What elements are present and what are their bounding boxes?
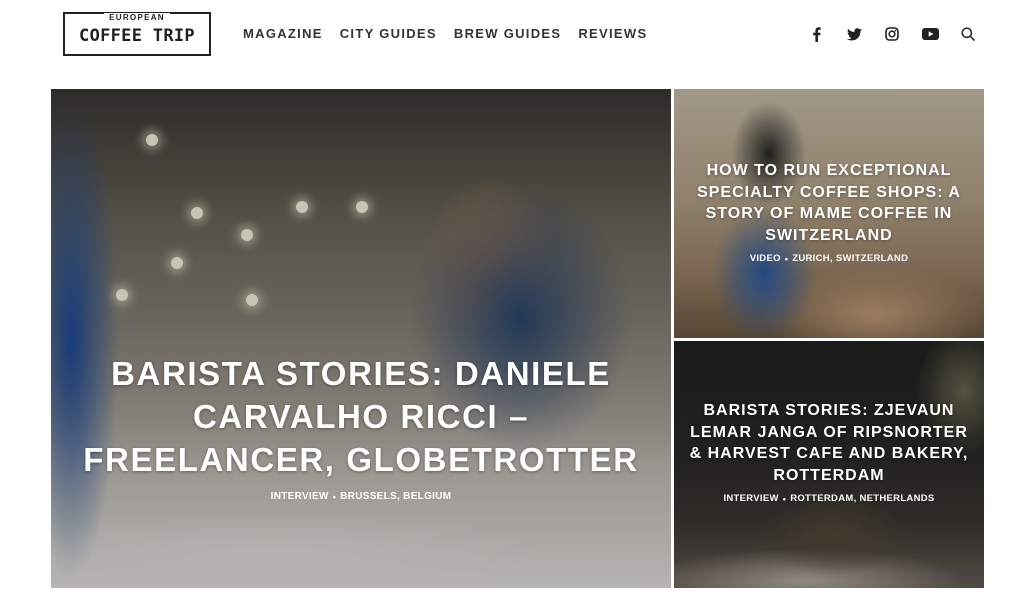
article-meta: INTERVIEW • ROTTERDAM, NETHERLANDS [674,493,984,504]
site-header: EUROPEAN COFFEE TRIP MAGAZINE CITY GUIDE… [0,0,1024,72]
nav-item-reviews[interactable]: REVIEWS [578,26,647,41]
featured-caption: BARISTA STORIES: DANIELE CARVALHO RICCI … [51,352,671,502]
logo-top-line: EUROPEAN [65,7,209,25]
featured-article-side-top[interactable]: HOW TO RUN EXCEPTIONAL SPECIALTY COFFEE … [674,89,984,338]
featured-article-side-bottom[interactable]: BARISTA STORIES: ZJEVAUN LEMAR JANGA OF … [674,341,984,588]
location-label[interactable]: ZURICH, SWITZERLAND [792,253,908,264]
meta-separator: • [784,253,789,264]
social-links [806,24,978,44]
search-icon[interactable] [958,24,978,44]
featured-title[interactable]: HOW TO RUN EXCEPTIONAL SPECIALTY COFFEE … [674,160,984,246]
facebook-icon[interactable] [806,24,826,44]
featured-article-main[interactable]: BARISTA STORIES: DANIELE CARVALHO RICCI … [51,89,671,588]
nav-item-city-guides[interactable]: CITY GUIDES [340,26,437,41]
nav-item-brew-guides[interactable]: BREW GUIDES [454,26,561,41]
main-nav: MAGAZINE CITY GUIDES BREW GUIDES REVIEWS [243,26,647,41]
twitter-icon[interactable] [844,24,864,44]
article-meta: INTERVIEW • BRUSSELS, BELGIUM [51,491,671,502]
location-label[interactable]: ROTTERDAM, NETHERLANDS [790,493,934,504]
site-logo[interactable]: EUROPEAN COFFEE TRIP [63,12,211,56]
featured-caption: BARISTA STORIES: ZJEVAUN LEMAR JANGA OF … [674,400,984,504]
logo-top-text: EUROPEAN [104,13,170,22]
category-label[interactable]: VIDEO [750,253,781,264]
logo-main-text: COFFEE TRIP [79,26,195,46]
nav-item-magazine[interactable]: MAGAZINE [243,26,323,41]
category-label[interactable]: INTERVIEW [723,493,778,504]
featured-title[interactable]: BARISTA STORIES: DANIELE CARVALHO RICCI … [51,352,671,481]
image-overlay [51,89,671,588]
article-meta: VIDEO • ZURICH, SWITZERLAND [674,253,984,264]
category-label[interactable]: INTERVIEW [271,491,329,502]
instagram-icon[interactable] [882,24,902,44]
meta-separator: • [332,491,337,502]
featured-caption: HOW TO RUN EXCEPTIONAL SPECIALTY COFFEE … [674,160,984,264]
featured-title[interactable]: BARISTA STORIES: ZJEVAUN LEMAR JANGA OF … [674,400,984,486]
youtube-icon[interactable] [920,24,940,44]
meta-separator: • [782,493,787,504]
location-label[interactable]: BRUSSELS, BELGIUM [340,491,451,502]
